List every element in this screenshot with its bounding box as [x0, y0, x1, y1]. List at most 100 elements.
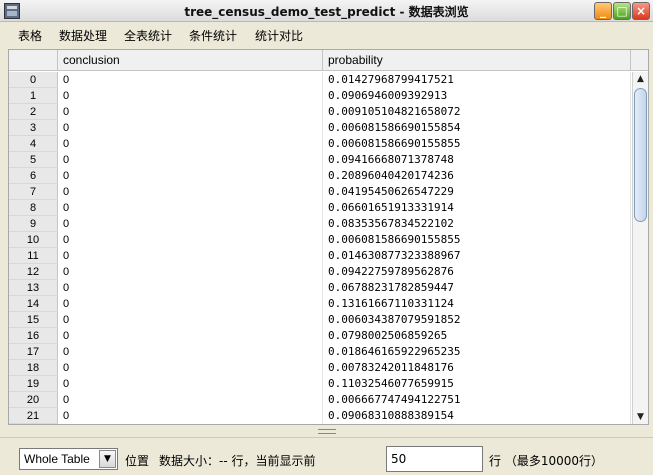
table-row[interactable]: 17 0 0.018646165922965235: [9, 344, 631, 360]
cell-conclusion[interactable]: 0: [58, 360, 323, 376]
table-row[interactable]: 13 0 0.06788231782859447: [9, 280, 631, 296]
table-row[interactable]: 1 0 0.0906946009392913: [9, 88, 631, 104]
header-corner: [9, 50, 58, 71]
cell-probability[interactable]: 0.04195450626547229: [323, 184, 631, 200]
cell-probability[interactable]: 0.01427968799417521: [323, 72, 631, 88]
table-row[interactable]: 9 0 0.08353567834522102: [9, 216, 631, 232]
cell-conclusion[interactable]: 0: [58, 72, 323, 88]
cell-probability[interactable]: 0.09068310888389154: [323, 408, 631, 424]
table-row[interactable]: 3 0 0.006081586690155854: [9, 120, 631, 136]
cell-probability[interactable]: 0.006034387079591852: [323, 312, 631, 328]
table-body: 0 0 0.01427968799417521 1 0 0.090694600939291…: [9, 72, 631, 424]
row-index: 15: [9, 312, 58, 328]
cell-probability[interactable]: 0.0906946009392913: [323, 88, 631, 104]
cell-probability[interactable]: 0.018646165922965235: [323, 344, 631, 360]
cell-conclusion[interactable]: 0: [58, 328, 323, 344]
table-row[interactable]: 11 0 0.014630877323388967: [9, 248, 631, 264]
table-row[interactable]: 20 0 0.006667747494122751: [9, 392, 631, 408]
row-index: 5: [9, 152, 58, 168]
cell-probability[interactable]: 0.11032546077659915: [323, 376, 631, 392]
menu-stats-comparison[interactable]: 统计对比: [255, 27, 303, 44]
cell-probability[interactable]: 0.09416668071378748: [323, 152, 631, 168]
cell-probability[interactable]: 0.13161667110331124: [323, 296, 631, 312]
cell-probability[interactable]: 0.006667747494122751: [323, 392, 631, 408]
footer-bar: Whole Table ▼ 位置 数据大小：-- 行，当前显示前 行 （最多10…: [0, 437, 653, 475]
row-index: 8: [9, 200, 58, 216]
table-row[interactable]: 14 0 0.13161667110331124: [9, 296, 631, 312]
cell-conclusion[interactable]: 0: [58, 376, 323, 392]
table-row[interactable]: 0 0 0.01427968799417521: [9, 72, 631, 88]
cell-conclusion[interactable]: 0: [58, 312, 323, 328]
cell-probability[interactable]: 0.006081586690155855: [323, 232, 631, 248]
cell-probability[interactable]: 0.09422759789562876: [323, 264, 631, 280]
maximize-button[interactable]: □: [613, 2, 631, 20]
display-count-input[interactable]: [386, 446, 483, 472]
menu-bar: 表格 数据处理 全表统计 条件统计 统计对比: [0, 23, 653, 45]
table-row[interactable]: 15 0 0.006034387079591852: [9, 312, 631, 328]
row-index: 13: [9, 280, 58, 296]
table-row[interactable]: 2 0 0.009105104821658072: [9, 104, 631, 120]
cell-conclusion[interactable]: 0: [58, 344, 323, 360]
table-row[interactable]: 19 0 0.11032546077659915: [9, 376, 631, 392]
table-row[interactable]: 5 0 0.09416668071378748: [9, 152, 631, 168]
window-title: tree_census_demo_test_predict - 数据表浏览: [184, 5, 469, 19]
cell-conclusion[interactable]: 0: [58, 136, 323, 152]
arrow-down-icon[interactable]: ▼: [633, 410, 648, 424]
cell-conclusion[interactable]: 0: [58, 200, 323, 216]
cell-probability[interactable]: 0.20896040420174236: [323, 168, 631, 184]
cell-probability[interactable]: 0.06601651913331914: [323, 200, 631, 216]
row-index: 10: [9, 232, 58, 248]
row-index: 16: [9, 328, 58, 344]
cell-conclusion[interactable]: 0: [58, 264, 323, 280]
column-header-conclusion[interactable]: conclusion: [58, 50, 323, 71]
row-index: 9: [9, 216, 58, 232]
cell-conclusion[interactable]: 0: [58, 296, 323, 312]
close-button[interactable]: ×: [632, 2, 650, 20]
menu-table[interactable]: 表格: [18, 27, 42, 44]
menu-conditional-stats[interactable]: 条件统计: [189, 27, 237, 44]
cell-conclusion[interactable]: 0: [58, 152, 323, 168]
table-row[interactable]: 8 0 0.06601651913331914: [9, 200, 631, 216]
cell-probability[interactable]: 0.006081586690155854: [323, 120, 631, 136]
vertical-scrollbar[interactable]: ▲ ▼: [632, 72, 648, 424]
rows-suffix-label: 行 （最多10000行）: [489, 454, 603, 468]
cell-conclusion[interactable]: 0: [58, 232, 323, 248]
cell-probability[interactable]: 0.009105104821658072: [323, 104, 631, 120]
cell-conclusion[interactable]: 0: [58, 120, 323, 136]
table-row[interactable]: 18 0 0.00783242011848176: [9, 360, 631, 376]
minimize-button[interactable]: _: [594, 2, 612, 20]
cell-probability[interactable]: 0.00783242011848176: [323, 360, 631, 376]
cell-conclusion[interactable]: 0: [58, 280, 323, 296]
menu-data-processing[interactable]: 数据处理: [59, 27, 107, 44]
cell-conclusion[interactable]: 0: [58, 216, 323, 232]
table-row[interactable]: 6 0 0.20896040420174236: [9, 168, 631, 184]
table-row[interactable]: 16 0 0.0798002506859265: [9, 328, 631, 344]
cell-conclusion[interactable]: 0: [58, 408, 323, 424]
table-row[interactable]: 21 0 0.09068310888389154: [9, 408, 631, 424]
cell-probability[interactable]: 0.006081586690155855: [323, 136, 631, 152]
cell-probability[interactable]: 0.014630877323388967: [323, 248, 631, 264]
size-label: 数据大小：-- 行，当前显示前: [159, 454, 316, 468]
cell-conclusion[interactable]: 0: [58, 248, 323, 264]
cell-conclusion[interactable]: 0: [58, 392, 323, 408]
cell-probability[interactable]: 0.0798002506859265: [323, 328, 631, 344]
table-row[interactable]: 12 0 0.09422759789562876: [9, 264, 631, 280]
scope-select[interactable]: Whole Table ▼: [19, 448, 118, 470]
table-row[interactable]: 10 0 0.006081586690155855: [9, 232, 631, 248]
row-index: 2: [9, 104, 58, 120]
cell-conclusion[interactable]: 0: [58, 88, 323, 104]
cell-probability[interactable]: 0.08353567834522102: [323, 216, 631, 232]
cell-conclusion[interactable]: 0: [58, 168, 323, 184]
arrow-up-icon[interactable]: ▲: [633, 72, 648, 86]
row-index: 7: [9, 184, 58, 200]
menu-full-table-stats[interactable]: 全表统计: [124, 27, 172, 44]
scrollbar-thumb[interactable]: [634, 88, 647, 222]
cell-probability[interactable]: 0.06788231782859447: [323, 280, 631, 296]
table-row[interactable]: 4 0 0.006081586690155855: [9, 136, 631, 152]
splitter-handle[interactable]: [318, 429, 336, 434]
column-header-probability[interactable]: probability: [323, 50, 631, 71]
table-row[interactable]: 7 0 0.04195450626547229: [9, 184, 631, 200]
cell-conclusion[interactable]: 0: [58, 184, 323, 200]
cell-conclusion[interactable]: 0: [58, 104, 323, 120]
chevron-down-icon[interactable]: ▼: [99, 450, 116, 468]
